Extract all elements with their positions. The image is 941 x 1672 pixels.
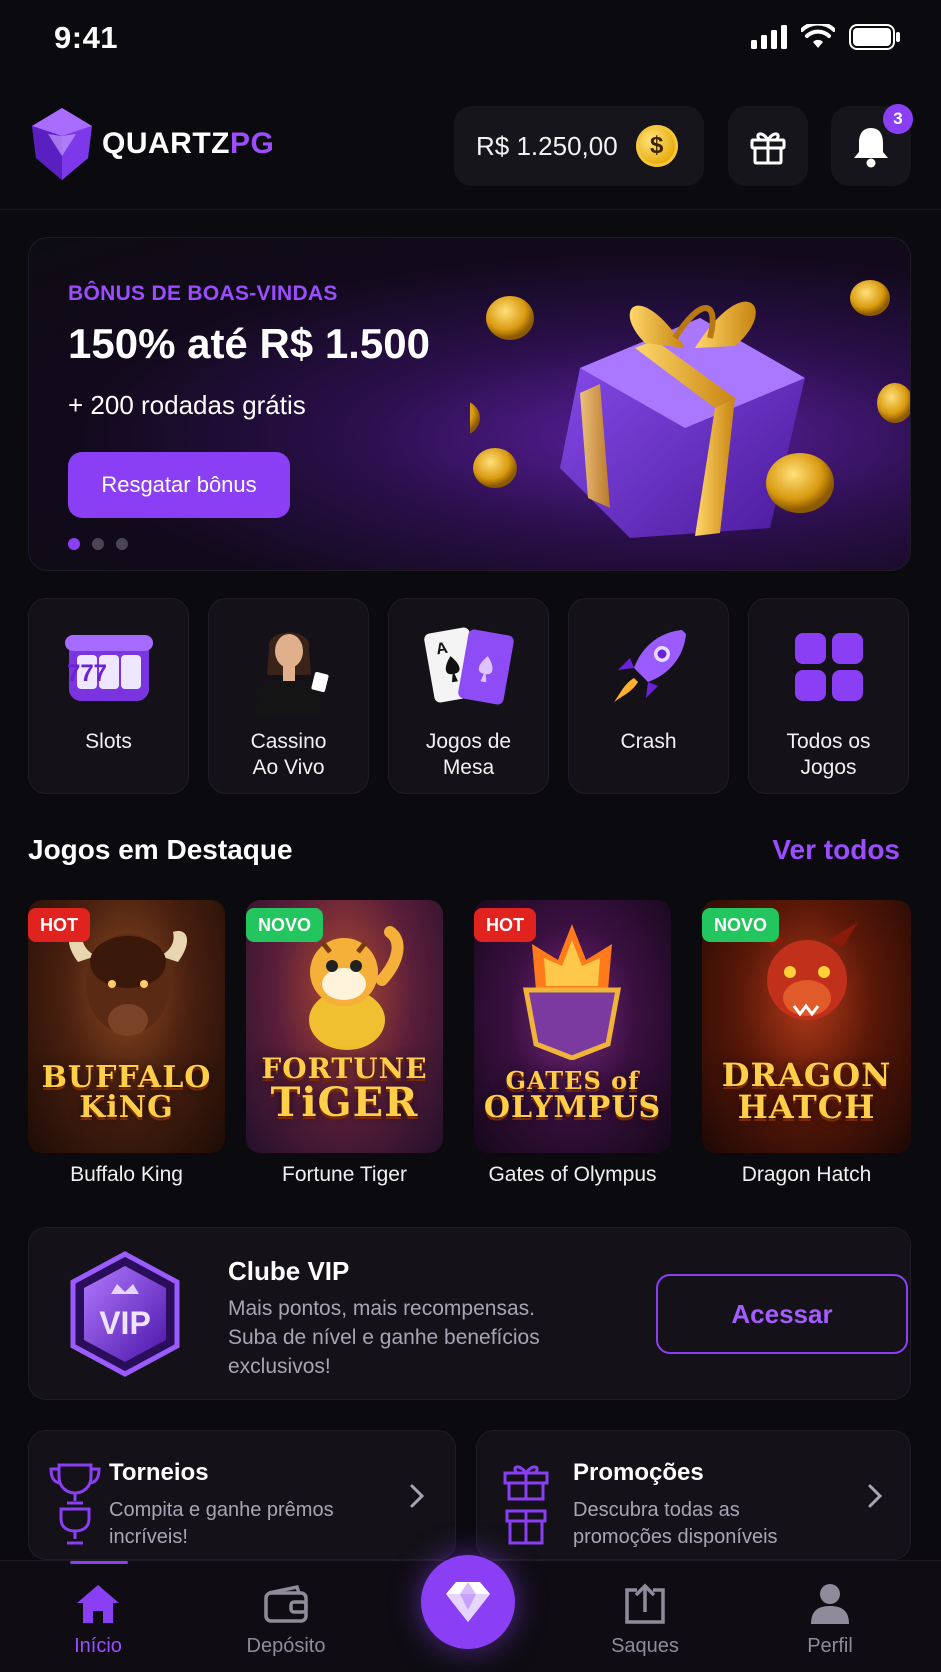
game-card-gates-of-olympus[interactable]: HOT GATES of OLYMPUS Gates of Olympus bbox=[474, 900, 671, 1187]
status-icons bbox=[751, 24, 901, 50]
carousel-dot[interactable] bbox=[92, 538, 104, 550]
featured-games: HOT BUFFALO KiNG Buffalo King NOVO FORTUN… bbox=[28, 900, 911, 1190]
carousel-dot[interactable] bbox=[68, 538, 80, 550]
featured-title: Jogos em Destaque bbox=[28, 834, 293, 865]
svg-text:777: 777 bbox=[66, 660, 106, 687]
game-title-art: GATES of OLYMPUS bbox=[483, 1066, 662, 1125]
chevron-right-icon bbox=[410, 1484, 425, 1508]
category-crash[interactable]: Crash bbox=[568, 598, 729, 794]
game-name: Buffalo King bbox=[70, 1163, 183, 1186]
game-tag: NOVO bbox=[246, 908, 324, 942]
see-all-link[interactable]: Ver todos bbox=[772, 834, 900, 866]
game-title-art: DRAGON HATCH bbox=[721, 1056, 892, 1126]
app-logo[interactable]: QUARTZPG bbox=[28, 106, 274, 182]
promotions-title: Promoções bbox=[573, 1459, 704, 1486]
category-all-games[interactable]: Todos os Jogos bbox=[748, 598, 909, 794]
notifications-button[interactable]: 3 bbox=[831, 104, 913, 186]
vip-description: Mais pontos, mais recompensas. Suba de n… bbox=[228, 1297, 540, 1378]
status-time: 9:41 bbox=[54, 20, 119, 55]
tournaments-description: Compita e ganhe prêmos incríveis! bbox=[109, 1499, 334, 1548]
gift-icon bbox=[750, 132, 786, 165]
status-bar: 9:41 bbox=[0, 0, 941, 80]
carousel-dots bbox=[68, 538, 128, 550]
nav-deposit[interactable]: Depósito bbox=[216, 1561, 356, 1672]
gift-button[interactable] bbox=[728, 106, 808, 186]
upload-icon bbox=[625, 1583, 665, 1624]
rocket-icon bbox=[613, 630, 686, 702]
balance-amount: R$ 1.250,00 bbox=[476, 130, 618, 161]
trophy-icon bbox=[49, 1463, 101, 1545]
svg-text:VIP: VIP bbox=[99, 1305, 151, 1341]
bottom-navigation: Início Depósito Saques Perfil bbox=[0, 1555, 941, 1672]
vip-access-button[interactable]: Acessar bbox=[656, 1274, 908, 1354]
category-table-games[interactable]: A Jogos de Mesa bbox=[388, 598, 549, 794]
game-thumbnail: NOVO FORTUNE TiGER bbox=[246, 900, 443, 1153]
live-dealer-icon bbox=[256, 632, 329, 715]
banner-subline: + 200 rodadas grátis bbox=[68, 390, 306, 420]
category-label: Cassino Ao Vivo bbox=[250, 730, 327, 779]
balance-display[interactable]: R$ 1.250,00 $ bbox=[454, 106, 704, 186]
carousel-dot[interactable] bbox=[116, 538, 128, 550]
tournaments-title: Torneios bbox=[109, 1459, 209, 1486]
promotions-description: Descubra todas as promoções disponíveis bbox=[573, 1499, 778, 1548]
game-card-buffalo-king[interactable]: HOT BUFFALO KiNG Buffalo King bbox=[28, 900, 225, 1187]
game-thumbnail: HOT GATES of OLYMPUS bbox=[474, 900, 671, 1153]
wallet-icon bbox=[264, 1584, 308, 1623]
game-tag: HOT bbox=[474, 908, 536, 942]
category-label: Todos os Jogos bbox=[786, 730, 871, 779]
category-label: Slots bbox=[85, 730, 132, 753]
nav-label: Início bbox=[74, 1635, 122, 1657]
battery-icon bbox=[849, 24, 900, 50]
chevron-right-icon bbox=[868, 1484, 883, 1508]
gift-icon bbox=[503, 1465, 549, 1545]
notification-badge: 3 bbox=[883, 104, 913, 134]
promo-banner[interactable]: BÔNUS DE BOAS-VINDAS 150% até R$ 1.500 +… bbox=[28, 237, 911, 571]
wifi-icon bbox=[801, 24, 835, 48]
grid-icon bbox=[794, 633, 863, 701]
logo-text: QUARTZPG bbox=[102, 127, 275, 160]
vip-club-card: VIP Clube VIP Mais pontos, mais recompen… bbox=[28, 1227, 911, 1400]
slot-machine-icon: 777 bbox=[64, 635, 153, 701]
game-name: Gates of Olympus bbox=[488, 1163, 657, 1186]
game-title-art: FORTUNE TiGER bbox=[261, 1052, 428, 1126]
gift-box-illustration bbox=[470, 280, 910, 538]
game-thumbnail: HOT BUFFALO KiNG bbox=[28, 900, 225, 1153]
game-name: Dragon Hatch bbox=[741, 1163, 872, 1186]
category-slots[interactable]: 777 Slots bbox=[28, 598, 189, 794]
quartz-gem-icon bbox=[32, 108, 92, 180]
game-card-fortune-tiger[interactable]: NOVO FORTUNE TiGER Fortune Tiger bbox=[246, 900, 443, 1187]
center-action-button[interactable] bbox=[421, 1555, 515, 1649]
nav-home[interactable]: Início bbox=[28, 1561, 168, 1672]
game-name: Fortune Tiger bbox=[282, 1163, 407, 1186]
category-label: Jogos de Mesa bbox=[425, 730, 512, 779]
game-thumbnail: NOVO DRAGON HATCH bbox=[702, 900, 911, 1153]
bell-icon bbox=[854, 128, 888, 168]
claim-bonus-button[interactable]: Resgatar bônus bbox=[68, 452, 290, 518]
vip-badge-icon: VIP bbox=[70, 1251, 180, 1377]
user-icon bbox=[811, 1584, 849, 1624]
category-live-casino[interactable]: Cassino Ao Vivo bbox=[208, 598, 369, 794]
game-tag: HOT bbox=[28, 908, 90, 942]
nav-label: Perfil bbox=[807, 1635, 853, 1657]
playing-cards-icon: A bbox=[423, 627, 514, 705]
nav-profile[interactable]: Perfil bbox=[760, 1561, 900, 1672]
vip-title: Clube VIP bbox=[228, 1256, 350, 1286]
nav-label: Depósito bbox=[246, 1635, 326, 1657]
nav-label: Saques bbox=[611, 1635, 679, 1657]
promotions-card[interactable]: Promoções Descubra todas as promoções di… bbox=[476, 1430, 911, 1560]
nav-withdraw[interactable]: Saques bbox=[575, 1561, 715, 1672]
tournaments-card[interactable]: Torneios Compita e ganhe prêmos incrívei… bbox=[28, 1430, 456, 1560]
coin-icon: $ bbox=[635, 125, 678, 167]
banner-headline: 150% até R$ 1.500 bbox=[68, 320, 430, 367]
game-tag: NOVO bbox=[702, 908, 780, 942]
cellular-signal-icon bbox=[751, 25, 787, 49]
home-icon bbox=[77, 1585, 119, 1623]
category-label: Crash bbox=[620, 730, 677, 753]
game-card-dragon-hatch[interactable]: NOVO DRAGON HATCH Dragon Hatch bbox=[702, 900, 911, 1187]
app-header: QUARTZPG R$ 1.250,00 $ 3 bbox=[0, 100, 941, 210]
banner-kicker: BÔNUS DE BOAS-VINDAS bbox=[68, 282, 338, 305]
game-title-art: BUFFALO KiNG bbox=[41, 1060, 212, 1125]
category-grid: 777 Slots Cassino Ao Vivo A Jogos de Mes… bbox=[28, 598, 911, 794]
diamond-icon bbox=[446, 1582, 490, 1622]
